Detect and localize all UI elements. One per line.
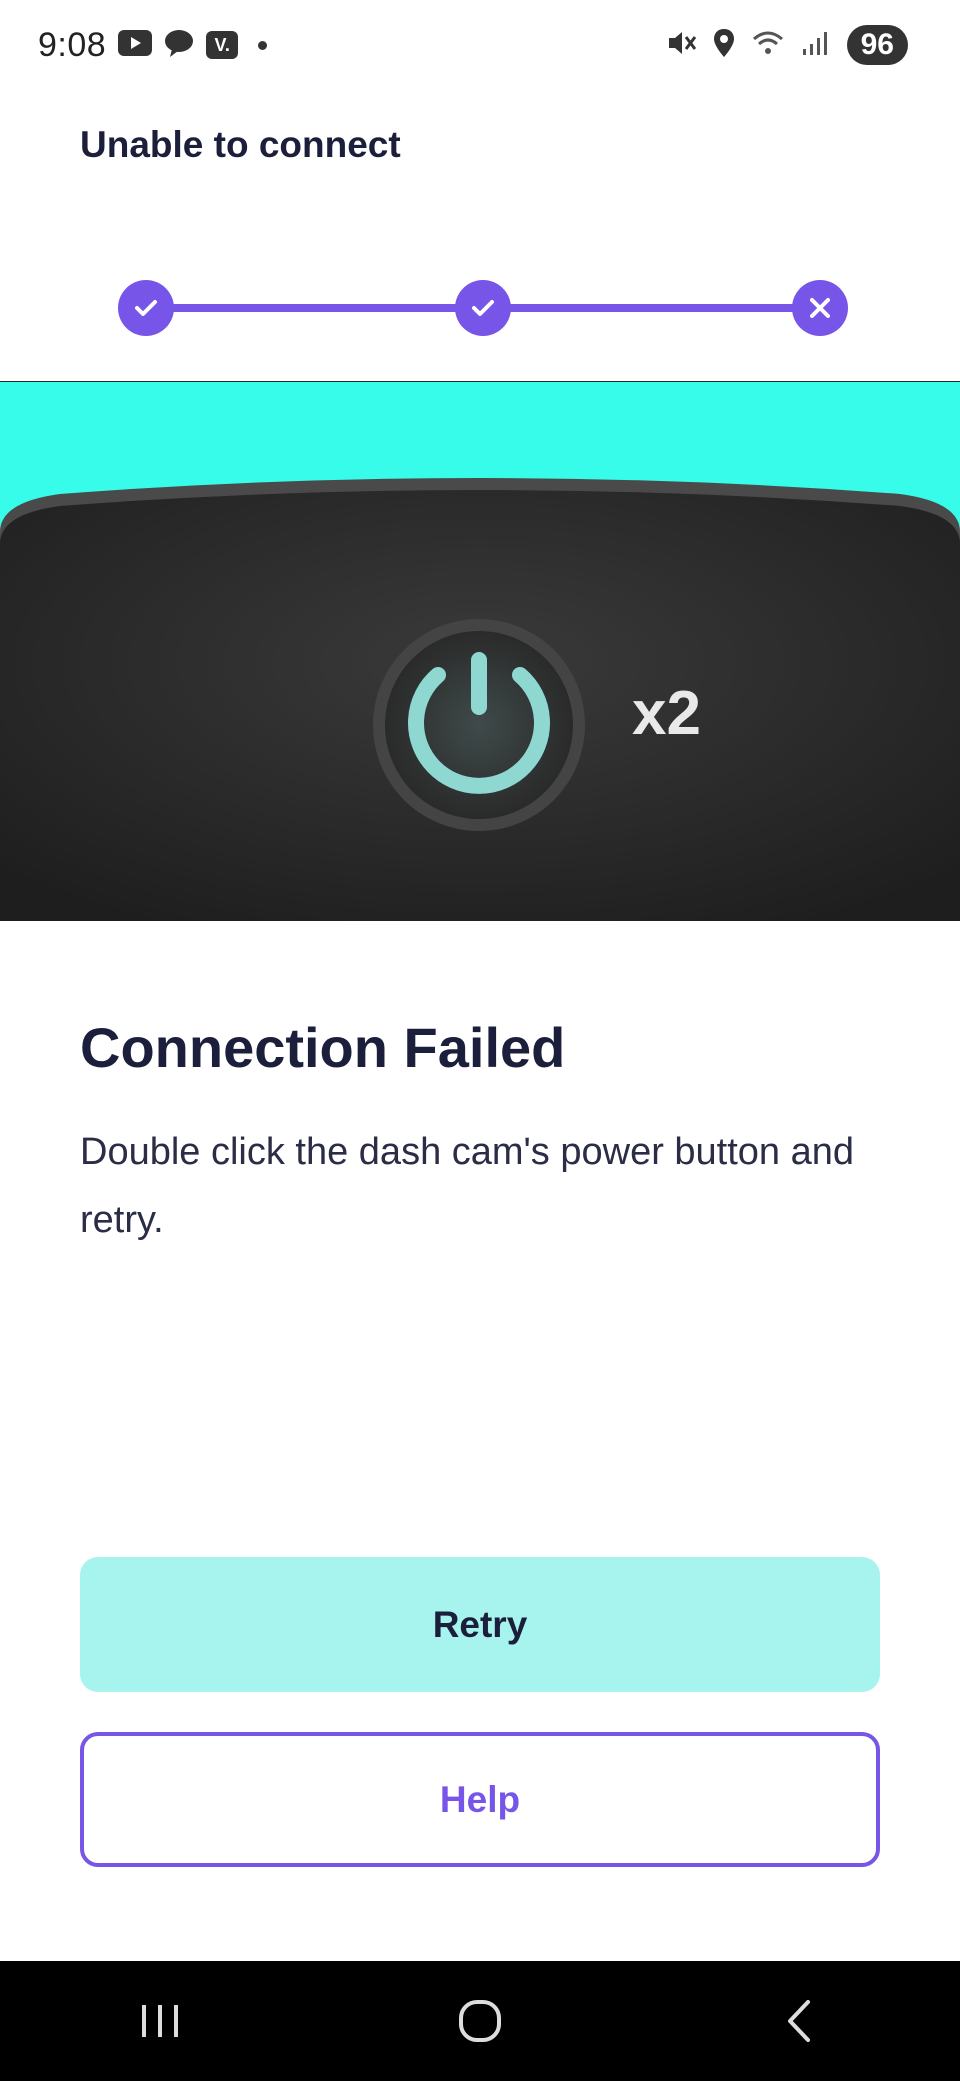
- check-icon: [135, 300, 157, 316]
- location-icon: [713, 28, 735, 63]
- retry-button[interactable]: Retry: [80, 1557, 880, 1692]
- step-2-complete: [455, 280, 511, 336]
- status-bar-right: 96: [667, 25, 908, 65]
- step-3-failed: [792, 280, 848, 336]
- step-1-complete: [118, 280, 174, 336]
- help-button[interactable]: Help: [80, 1732, 880, 1867]
- wifi-icon: [751, 29, 785, 62]
- error-heading: Connection Failed: [80, 1016, 566, 1079]
- battery-icon: 96: [846, 25, 908, 65]
- back-icon: [788, 2000, 810, 2042]
- close-icon: [810, 298, 830, 318]
- signal-icon: [801, 29, 831, 62]
- home-button[interactable]: [420, 1981, 540, 2061]
- progress-stepper: [118, 280, 848, 336]
- double-press-label: x2: [632, 679, 701, 748]
- home-icon: [459, 2000, 501, 2042]
- status-bar: 9:08 V. 96: [0, 0, 960, 90]
- dash-cam-illustration: [0, 381, 960, 921]
- page-title: Unable to connect: [80, 124, 401, 165]
- youtube-icon: [118, 29, 153, 61]
- recents-button[interactable]: [100, 1981, 220, 2061]
- system-nav-bar: [0, 1961, 960, 2081]
- mute-icon: [667, 29, 697, 62]
- status-time: 9:08: [38, 25, 107, 64]
- recents-icon: [142, 2005, 178, 2037]
- error-description: Double click the dash cam's power button…: [80, 1131, 855, 1241]
- notification-dot-icon: [258, 40, 268, 50]
- check-icon: [472, 300, 494, 316]
- chat-icon: [164, 29, 194, 62]
- v-app-icon: V.: [206, 31, 239, 59]
- back-button[interactable]: [740, 1981, 860, 2061]
- status-bar-left: 9:08 V.: [38, 25, 268, 65]
